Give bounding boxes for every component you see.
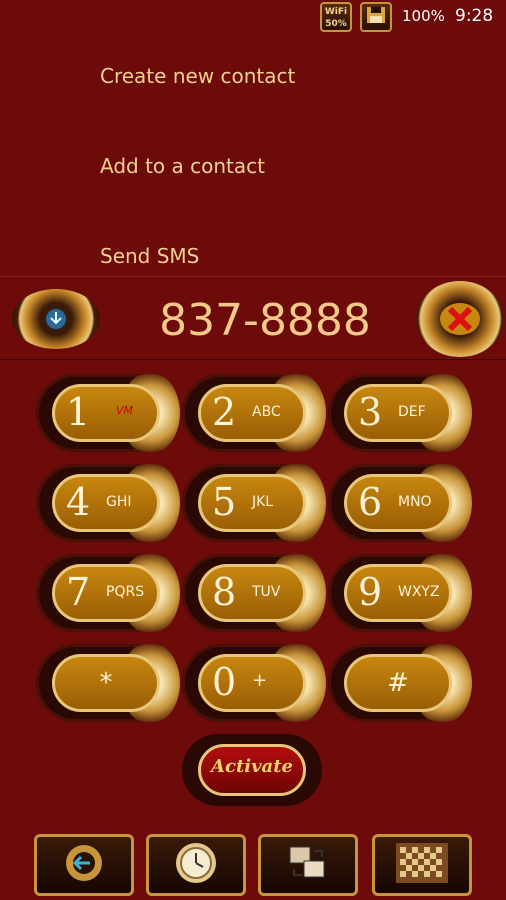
back-gear-icon xyxy=(62,841,106,889)
add-to-contact-item[interactable]: Add to a contact xyxy=(100,154,265,178)
clock-icon xyxy=(173,840,219,890)
key-letters: DEF xyxy=(398,404,426,420)
key-digit: 6 xyxy=(358,480,383,524)
home-button[interactable] xyxy=(146,834,246,896)
status-bar: WiFi 50% 100% 9:28 xyxy=(0,0,506,34)
menu-button[interactable] xyxy=(372,834,472,896)
key-letters: + xyxy=(252,670,268,691)
key-star[interactable]: * xyxy=(36,640,180,726)
key-digit: 2 xyxy=(212,390,237,434)
key-0[interactable]: 0 + xyxy=(182,640,326,726)
battery-percent: 100% xyxy=(402,7,445,25)
key-letters: WXYZ xyxy=(398,584,440,600)
key-1[interactable]: 1 VM xyxy=(36,370,180,456)
create-new-contact-item[interactable]: Create new contact xyxy=(100,64,295,88)
key-4[interactable]: 4 GHI xyxy=(36,460,180,546)
key-digit: 5 xyxy=(212,480,237,524)
key-letters: MNO xyxy=(398,494,432,510)
key-hash[interactable]: # xyxy=(328,640,472,726)
back-button[interactable] xyxy=(34,834,134,896)
dialed-number: 837-8888 xyxy=(159,295,371,346)
key-9[interactable]: 9 WXYZ xyxy=(328,550,472,636)
wifi-signal-icon: WiFi 50% xyxy=(320,2,352,32)
download-gear-icon[interactable] xyxy=(12,289,100,349)
key-6[interactable]: 6 MNO xyxy=(328,460,472,546)
key-digit: 4 xyxy=(66,480,91,524)
bottom-nav xyxy=(0,826,506,900)
key-7[interactable]: 7 PQRS xyxy=(36,550,180,636)
voicemail-label: VM xyxy=(116,404,134,417)
key-digit: 8 xyxy=(212,570,237,614)
activate-label: Activate xyxy=(211,756,293,777)
key-5[interactable]: 5 JKL xyxy=(182,460,326,546)
key-letters: TUV xyxy=(252,584,281,600)
key-3[interactable]: 3 DEF xyxy=(328,370,472,456)
key-2[interactable]: 2 ABC xyxy=(182,370,326,456)
clock-time: 9:28 xyxy=(455,6,494,26)
activate-call-button[interactable]: Activate xyxy=(182,734,322,806)
key-letters: ABC xyxy=(252,404,281,420)
key-symbol: # xyxy=(387,668,409,698)
dialed-number-row: 837-8888 xyxy=(0,276,506,360)
recent-apps-button[interactable] xyxy=(258,834,358,896)
save-disk-icon xyxy=(360,2,392,32)
key-symbol: * xyxy=(99,668,113,698)
switch-app-icon xyxy=(286,843,330,887)
send-sms-item[interactable]: Send SMS xyxy=(100,244,199,268)
checkerboard-icon xyxy=(396,843,448,887)
key-letters: PQRS xyxy=(106,584,145,600)
key-letters: JKL xyxy=(252,494,274,510)
key-8[interactable]: 8 TUV xyxy=(182,550,326,636)
key-digit: 1 xyxy=(66,390,91,434)
key-digit: 9 xyxy=(358,570,383,614)
contact-options-menu: Create new contact Add to a contact Send… xyxy=(0,34,506,286)
delete-x-icon[interactable] xyxy=(416,281,504,357)
key-letters: GHI xyxy=(106,494,132,510)
key-digit: 7 xyxy=(66,570,91,614)
key-digit: 3 xyxy=(358,390,383,434)
key-digit: 0 xyxy=(212,660,237,704)
